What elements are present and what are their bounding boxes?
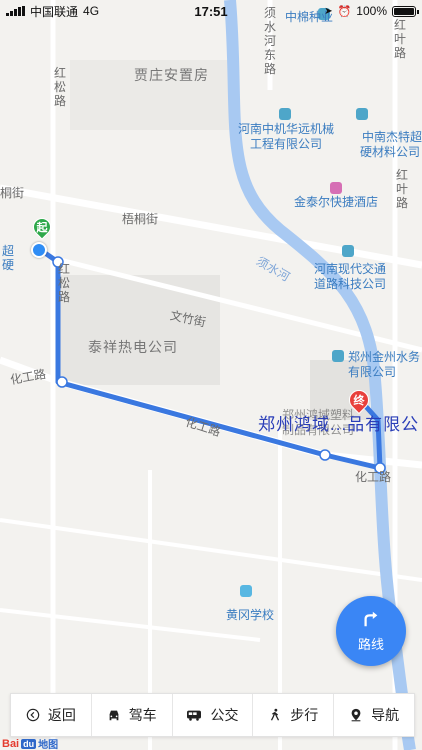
building-icon [279, 108, 291, 120]
building-icon [332, 350, 344, 362]
tab-back[interactable]: 返回 [11, 694, 92, 736]
logo-text-du: du [21, 738, 37, 749]
battery-percent: 100% [356, 4, 387, 18]
tab-walk[interactable]: 步行 [253, 694, 335, 736]
school-icon [240, 585, 252, 597]
car-icon [109, 710, 119, 721]
road-label-wutong: 梧桐街 [122, 212, 159, 226]
poi-label-xiandai-2[interactable]: 道路科技公司 [314, 277, 386, 291]
route-button[interactable]: 路线 [336, 596, 406, 666]
poi-label-zhongji-1[interactable]: 河南中机华远机械 [238, 122, 334, 136]
bus-icon [187, 710, 202, 721]
area-label-taixiang: 泰祥热电公司 [88, 339, 178, 355]
road-label-hongye-mid: 红叶路 [396, 168, 409, 210]
status-time: 17:51 [194, 3, 228, 19]
poi-label-jintaier[interactable]: 金泰尔快捷酒店 [294, 195, 378, 209]
location-arrow-icon: ➤ [324, 5, 333, 17]
road-label-hongsong-2: 红松路 [58, 262, 71, 304]
poi-label-jiete-1[interactable]: 中南杰特超 [362, 130, 422, 144]
hotel-icon [330, 182, 342, 194]
tab-walk-label: 步行 [290, 707, 319, 723]
battery-icon [392, 5, 419, 17]
route-node [319, 449, 331, 461]
current-location-dot [31, 242, 47, 258]
turn-right-arrow-icon [364, 611, 378, 626]
destination-title[interactable]: 郑州鸿域...品有限公 [258, 410, 419, 435]
road-label-hongye-top: 红叶路 [394, 18, 407, 60]
walk-icon [271, 708, 280, 721]
back-arrow-icon [26, 708, 40, 722]
poi-label-chaoying-1[interactable]: 超 [2, 244, 14, 258]
road-label-hongsong: 红松路 [54, 66, 67, 108]
poi-label-shuiwu-2[interactable]: 有限公司 [348, 365, 396, 379]
tab-navigate-label: 导航 [371, 707, 400, 723]
tab-drive-label: 驾车 [128, 707, 157, 723]
signal-strength-icon [6, 6, 25, 16]
poi-label-xiandai-1[interactable]: 河南现代交通 [314, 262, 386, 276]
area-label-jiazhuang: 贾庄安置房 [134, 67, 209, 83]
poi-label-huanggang[interactable]: 黄冈学校 [226, 608, 274, 622]
baidu-map-logo: Bai du 地图 [2, 736, 58, 750]
tab-bus-label: 公交 [210, 707, 239, 723]
network-type: 4G [83, 4, 100, 18]
route-node [56, 376, 68, 388]
building-icon [356, 108, 368, 120]
poi-label-chaoying-2[interactable]: 硬 [2, 258, 14, 272]
carrier-name: 中国联通 [30, 4, 79, 19]
start-marker-label: 起 [36, 222, 48, 234]
status-left: 中国联通 4G [6, 3, 99, 20]
status-right: ➤ ⏰ 100% [324, 4, 419, 18]
end-marker-label: 终 [353, 395, 365, 407]
status-bar: 中国联通 4G 17:51 ➤ ⏰ 100% [0, 0, 422, 22]
road-label-tonggu-left: 桐街 [0, 186, 25, 200]
bottom-toolbar: 返回 驾车 公交 步行 导航 [10, 693, 415, 737]
logo-text-bai: Bai [2, 737, 20, 750]
tab-navigate[interactable]: 导航 [334, 694, 414, 736]
road-label-huagong-right: 化工路 [355, 470, 392, 484]
tab-bus[interactable]: 公交 [173, 694, 254, 736]
tab-back-label: 返回 [47, 707, 76, 723]
alarm-icon: ⏰ [337, 5, 352, 18]
route-button-label: 路线 [357, 636, 384, 652]
poi-label-zhongji-2[interactable]: 工程有限公司 [250, 137, 322, 151]
poi-label-jiete-2[interactable]: 硬材料公司 [360, 145, 420, 159]
tab-drive[interactable]: 驾车 [92, 694, 173, 736]
poi-label-shuiwu-1[interactable]: 郑州金州水务 [348, 350, 420, 364]
building-icon [342, 245, 354, 257]
logo-text-map: 地图 [38, 740, 59, 750]
navigation-pin-icon [351, 708, 361, 722]
